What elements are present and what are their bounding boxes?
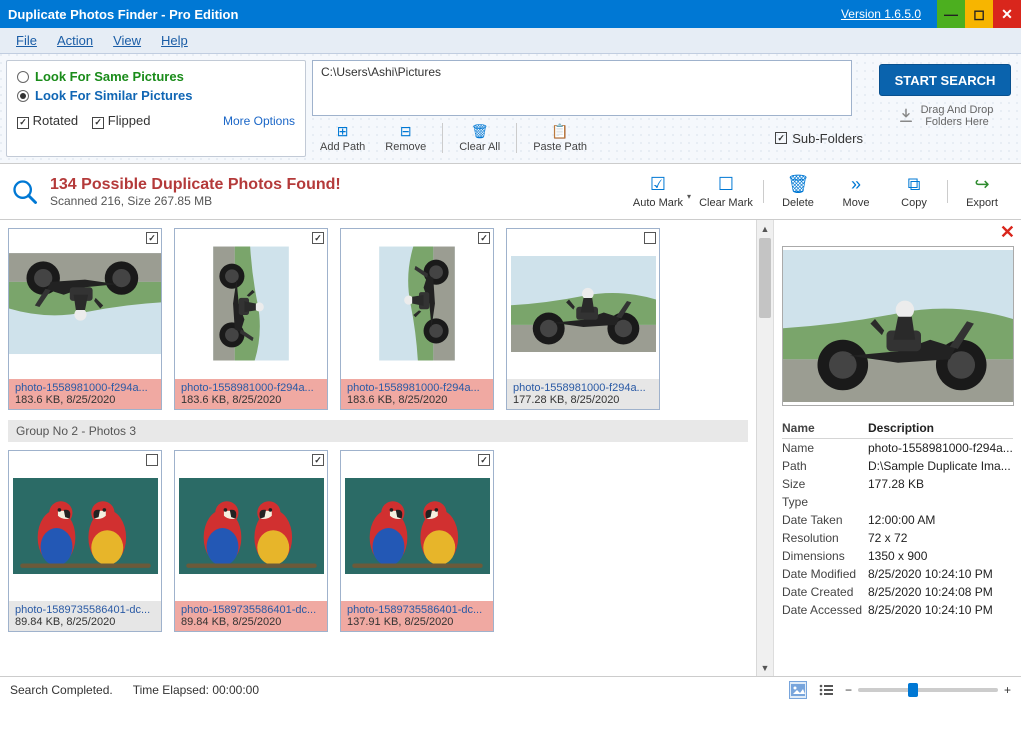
search-type-box: Look For Same Pictures Look For Similar …	[6, 60, 306, 157]
results-count-title: 134 Possible Duplicate Photos Found!	[50, 176, 341, 194]
search-config-panel: Look For Same Pictures Look For Similar …	[0, 54, 1021, 164]
thumbnail-checkbox[interactable]	[146, 454, 158, 466]
status-text: Search Completed.	[10, 683, 113, 697]
version-link[interactable]: Version 1.6.5.0	[841, 7, 921, 21]
scroll-down-icon[interactable]: ▼	[757, 659, 773, 676]
arrows-icon: »	[851, 174, 861, 195]
export-button[interactable]: ↪Export	[953, 174, 1011, 209]
thumbnail-checkbox[interactable]	[478, 232, 490, 244]
thumbnail-item[interactable]: photo-1589735586401-dc...89.84 KB, 8/25/…	[8, 450, 162, 632]
menu-action[interactable]: Action	[47, 30, 103, 51]
table-row: Size177.28 KB	[782, 475, 1013, 493]
chevron-down-icon: ▾	[687, 192, 691, 201]
radio-icon	[17, 90, 29, 102]
clear-mark-button[interactable]: ☐Clear Mark	[693, 174, 759, 209]
minus-icon: ⊟	[400, 123, 412, 140]
app-title: Duplicate Photos Finder - Pro Edition	[8, 7, 238, 22]
path-item[interactable]: C:\Users\Ashi\Pictures	[321, 65, 843, 79]
trash-icon: 🗑	[471, 123, 489, 140]
add-path-button[interactable]: ⊞Add Path	[312, 121, 373, 155]
maximize-button[interactable]: ◻	[965, 0, 993, 28]
export-icon: ↪	[974, 174, 989, 195]
thumbnail-item[interactable]: photo-1589735586401-dc...137.91 KB, 8/25…	[340, 450, 494, 632]
path-list[interactable]: C:\Users\Ashi\Pictures	[312, 60, 852, 116]
titlebar: Duplicate Photos Finder - Pro Edition Ve…	[0, 0, 1021, 28]
results-actionbar: 134 Possible Duplicate Photos Found! Sca…	[0, 164, 1021, 220]
table-row: Date Accessed8/25/2020 10:24:10 PM	[782, 601, 1013, 619]
table-row: Namephoto-1558981000-f294a...	[782, 439, 1013, 457]
table-row: Resolution72 x 72	[782, 529, 1013, 547]
thumbnail-item[interactable]: photo-1558981000-f294a...183.6 KB, 8/25/…	[8, 228, 162, 410]
check-subfolders[interactable]: Sub-Folders	[775, 131, 869, 146]
plus-icon: ⊞	[337, 123, 349, 140]
table-row: PathD:\Sample Duplicate Ima...	[782, 457, 1013, 475]
table-row: Date Taken12:00:00 AM	[782, 511, 1013, 529]
statusbar: Search Completed. Time Elapsed: 00:00:00…	[0, 676, 1021, 702]
check-flipped[interactable]: Flipped	[92, 113, 150, 129]
thumbnail-checkbox[interactable]	[478, 454, 490, 466]
magnifier-icon	[10, 177, 40, 207]
thumbnail-item[interactable]: photo-1558981000-f294a...183.6 KB, 8/25/…	[174, 228, 328, 410]
thumbnail-checkbox[interactable]	[146, 232, 158, 244]
remove-path-button[interactable]: ⊟Remove	[377, 121, 434, 155]
thumbnail-checkbox[interactable]	[312, 232, 324, 244]
clear-all-button[interactable]: 🗑Clear All	[451, 121, 508, 155]
scrollbar-thumb[interactable]	[759, 238, 771, 318]
download-icon	[897, 107, 915, 125]
property-table: NameDescription Namephoto-1558981000-f29…	[782, 418, 1013, 619]
thumbnail-checkbox[interactable]	[644, 232, 656, 244]
scroll-up-icon[interactable]: ▲	[757, 220, 773, 237]
preview-image	[782, 246, 1014, 406]
results-subtitle: Scanned 216, Size 267.85 MB	[50, 194, 341, 208]
list-view-button[interactable]	[817, 681, 835, 699]
zoom-out-button[interactable]: −	[845, 683, 852, 697]
table-row: Type	[782, 493, 1013, 511]
close-button[interactable]: ✕	[993, 0, 1021, 28]
square-icon: ☐	[718, 174, 734, 195]
menu-file[interactable]: File	[6, 30, 47, 51]
close-preview-button[interactable]: ✕	[1000, 222, 1015, 243]
group-header[interactable]: Group No 2 - Photos 3	[8, 420, 748, 442]
clipboard-icon: 📋	[551, 123, 568, 140]
preview-panel: ✕ NameDescription Namephoto-1558981000-f…	[773, 220, 1021, 676]
radio-same-pictures[interactable]: Look For Same Pictures	[17, 69, 295, 84]
table-row: Date Created8/25/2020 10:24:08 PM	[782, 583, 1013, 601]
slider-track[interactable]	[858, 688, 998, 692]
time-elapsed: Time Elapsed: 00:00:00	[133, 683, 259, 697]
thumbnail-item[interactable]: photo-1558981000-f294a...183.6 KB, 8/25/…	[340, 228, 494, 410]
trash-icon: 🗑	[787, 174, 810, 195]
thumbnail-view-button[interactable]	[789, 681, 807, 699]
zoom-in-button[interactable]: +	[1004, 683, 1011, 697]
copy-icon: ⧉	[908, 174, 921, 195]
menu-view[interactable]: View	[103, 30, 151, 51]
checkmark-icon: ☑	[650, 174, 666, 195]
menubar: File Action View Help	[0, 28, 1021, 54]
move-button[interactable]: »Move	[827, 174, 885, 209]
thumbnails-grid[interactable]: photo-1558981000-f294a...183.6 KB, 8/25/…	[0, 220, 756, 676]
menu-help[interactable]: Help	[151, 30, 198, 51]
thumbnail-item[interactable]: photo-1558981000-f294a...177.28 KB, 8/25…	[506, 228, 660, 410]
thumbnail-checkbox[interactable]	[312, 454, 324, 466]
scrollbar[interactable]: ▲ ▼	[756, 220, 773, 676]
zoom-slider[interactable]: − +	[845, 683, 1011, 697]
minimize-button[interactable]: —	[937, 0, 965, 28]
radio-icon	[17, 71, 29, 83]
more-options-link[interactable]: More Options	[223, 114, 295, 128]
start-search-button[interactable]: START SEARCH	[879, 64, 1011, 96]
dragdrop-hint: Drag And Drop Folders Here	[897, 104, 994, 128]
auto-mark-button[interactable]: ☑Auto Mark▾	[623, 174, 693, 209]
table-row: Date Modified8/25/2020 10:24:10 PM	[782, 565, 1013, 583]
table-row: Dimensions1350 x 900	[782, 547, 1013, 565]
radio-similar-pictures[interactable]: Look For Similar Pictures	[17, 88, 295, 103]
slider-thumb[interactable]	[908, 683, 918, 697]
paste-path-button[interactable]: 📋Paste Path	[525, 121, 595, 155]
check-rotated[interactable]: Rotated	[17, 113, 78, 129]
thumbnail-item[interactable]: photo-1589735586401-dc...89.84 KB, 8/25/…	[174, 450, 328, 632]
copy-button[interactable]: ⧉Copy	[885, 174, 943, 209]
delete-button[interactable]: 🗑Delete	[769, 174, 827, 209]
results-area: photo-1558981000-f294a...183.6 KB, 8/25/…	[0, 220, 1021, 676]
